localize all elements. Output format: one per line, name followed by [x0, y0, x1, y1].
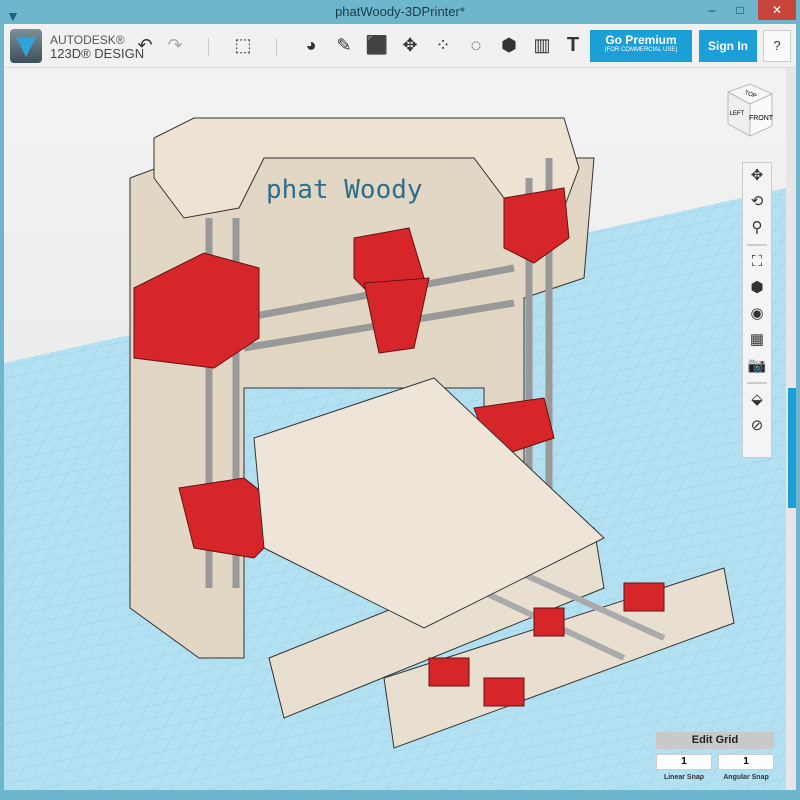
material-icon[interactable]: ⬢ — [743, 275, 771, 301]
divider — [747, 382, 767, 384]
construct-tool-icon[interactable]: ✎ — [331, 32, 357, 58]
modify-tool-icon[interactable]: ⬛ — [364, 32, 390, 58]
group-tool-icon[interactable]: ◌ — [463, 32, 489, 58]
view-cube[interactable]: TOP LEFT FRONT — [718, 82, 776, 140]
divider — [208, 38, 209, 56]
model-label: phat Woody — [266, 175, 423, 205]
divider — [747, 244, 767, 246]
premium-label: Go Premium — [605, 33, 677, 47]
transform-tool-icon[interactable]: ✥ — [397, 32, 423, 58]
grid-visibility-icon[interactable]: ▦ — [743, 327, 771, 353]
side-panel-handle[interactable] — [786, 68, 796, 790]
angular-snap-field[interactable]: 1 — [718, 754, 774, 770]
angular-snap-label: Angular Snap — [723, 774, 769, 781]
help-button[interactable]: ? — [763, 30, 791, 62]
brand-line2: 123D® DESIGN — [50, 46, 145, 61]
visibility-icon[interactable]: ◉ — [743, 301, 771, 327]
brand-line1: AUTODESK® — [50, 33, 125, 47]
orbit-icon[interactable]: ⟲ — [743, 189, 771, 215]
primitives-icon[interactable]: ⬚ — [230, 32, 256, 58]
close-button[interactable]: ✕ — [758, 0, 796, 20]
camera-icon[interactable]: 📷 — [743, 353, 771, 379]
show-hide-icon[interactable]: ⬙ — [743, 387, 771, 413]
go-premium-button[interactable]: Go Premium (FOR COMMERCIAL USE) — [590, 30, 692, 62]
maximize-button[interactable]: □ — [726, 0, 754, 20]
app-menu-button[interactable] — [10, 29, 42, 63]
zoom-icon[interactable]: ⚲ — [743, 215, 771, 241]
title-bar: ▼ phatWoody-3DPrinter* – □ ✕ — [0, 0, 800, 24]
combine-tool-icon[interactable]: ⬢ — [496, 32, 522, 58]
sign-in-button[interactable]: Sign In — [699, 30, 757, 62]
redo-button[interactable]: ↷ — [162, 32, 188, 58]
panel-toggle-bar[interactable] — [788, 388, 796, 508]
3d-viewport[interactable]: phat Woody — [4, 68, 786, 790]
sketch-tool-icon[interactable]: ◕ — [298, 32, 324, 58]
undo-button[interactable]: ↶ — [132, 32, 158, 58]
text-tool-button[interactable]: T — [560, 32, 586, 58]
linear-snap-field[interactable]: 1 — [656, 754, 712, 770]
linear-snap-label: Linear Snap — [663, 774, 705, 781]
brand: AUTODESK® 123D® DESIGN — [50, 33, 144, 61]
hide-sketch-icon[interactable]: ⊘ — [743, 413, 771, 439]
window-title: phatWoody-3DPrinter* — [335, 4, 465, 19]
minimize-button[interactable]: – — [698, 0, 726, 20]
navigation-bar: ✥ ⟲ ⚲ ⛶ ⬢ ◉ ▦ 📷 ⬙ ⊘ — [742, 162, 772, 458]
divider — [276, 38, 277, 56]
grid-panel: Edit Grid 1 1 Linear Snap Angular Snap — [656, 732, 776, 784]
pan-icon[interactable]: ✥ — [743, 163, 771, 189]
scene: phat Woody — [4, 117, 786, 790]
viewcube-front[interactable]: FRONT — [749, 115, 774, 122]
viewcube-left[interactable]: LEFT — [730, 111, 745, 117]
premium-sub: (FOR COMMERCIAL USE) — [604, 47, 678, 53]
pattern-tool-icon[interactable]: ⁘ — [430, 32, 456, 58]
edit-grid-button[interactable]: Edit Grid — [656, 732, 774, 749]
toolbar: AUTODESK® 123D® DESIGN ↶ ↷ ⬚ ◕ ✎ ⬛ ✥ ⁘ ◌ … — [4, 24, 796, 68]
fit-view-icon[interactable]: ⛶ — [743, 249, 771, 275]
measure-tool-icon[interactable]: ▥ — [529, 32, 555, 58]
